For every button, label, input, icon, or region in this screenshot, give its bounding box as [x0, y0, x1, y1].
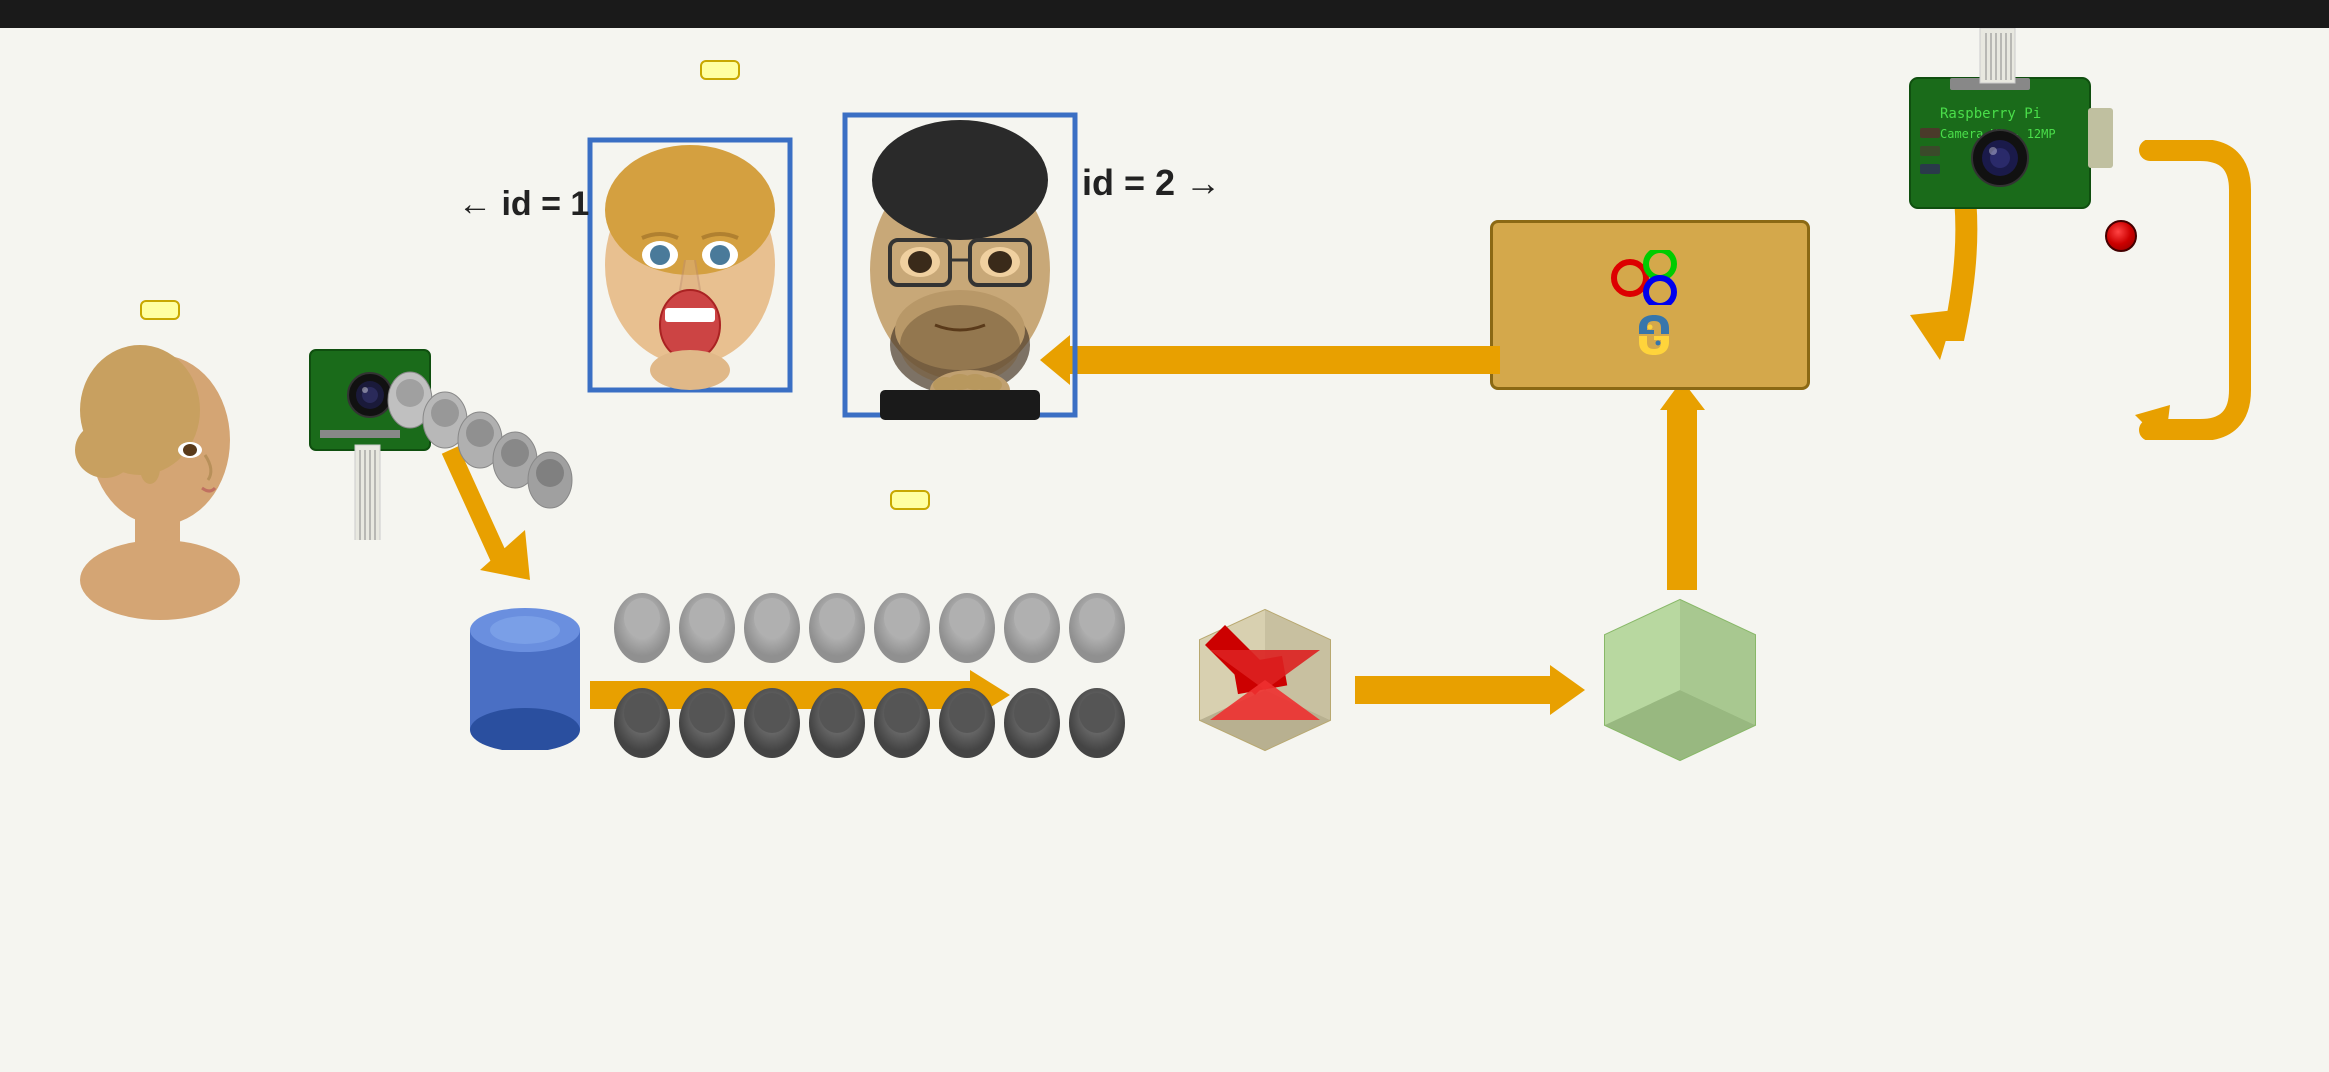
svg-text:Raspberry Pi: Raspberry Pi: [1940, 106, 2041, 122]
arrow-opencv-left: [1040, 335, 1500, 390]
opencv-box: [1490, 220, 1810, 390]
arrow-recognizer-to-trainer: [1355, 665, 1585, 720]
steve-text-label: id = 2 →: [1082, 162, 1221, 204]
arrow-trainer-up: [1655, 380, 1710, 595]
trainer-cube: [1590, 580, 1770, 775]
id2-faces-row: [610, 685, 1130, 760]
streaming-faces: [380, 360, 580, 565]
id1-faces-row: [610, 590, 1130, 665]
woman-profile: [50, 340, 250, 645]
mary-face: [580, 130, 800, 405]
top-bar: [0, 0, 2329, 28]
camera-top-right: Raspberry Pi Camera V2 - 12MP: [1850, 28, 2130, 253]
phase3-box: [700, 60, 740, 80]
mary-text-label: ← id = 1: [450, 182, 589, 224]
arrow-curl: [2120, 140, 2270, 445]
recognizer-cube: [1180, 590, 1350, 765]
phase1-box: [140, 300, 180, 320]
dataset-cylinder: [460, 590, 590, 755]
phase2-box: [890, 490, 930, 510]
steve-face: [840, 110, 1080, 425]
